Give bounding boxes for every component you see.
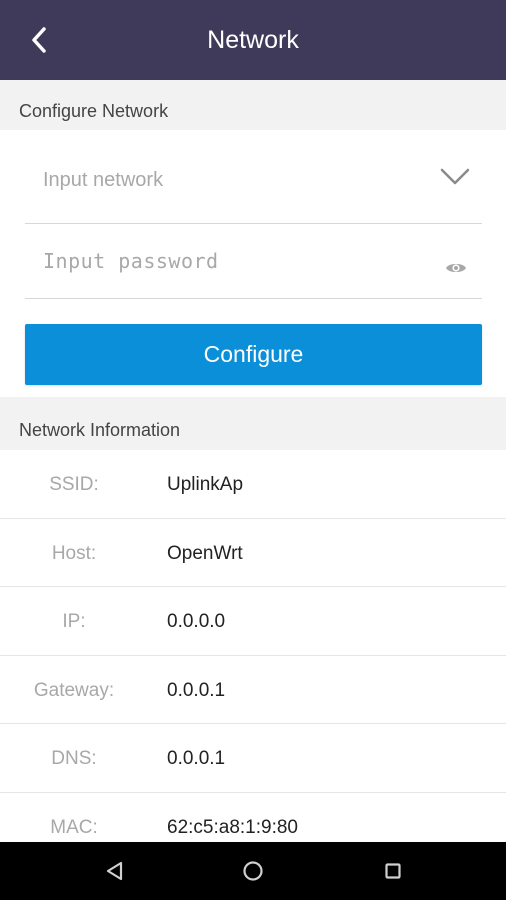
square-recents-icon: [385, 863, 401, 879]
network-information-list: SSID: UplinkAp Host: OpenWrt IP: 0.0.0.0…: [0, 450, 506, 861]
eye-icon: [446, 263, 466, 273]
system-recents-button[interactable]: [378, 856, 408, 886]
password-input[interactable]: [25, 224, 425, 298]
configure-button[interactable]: Configure: [25, 324, 482, 385]
triangle-back-icon: [106, 861, 123, 881]
info-value: 0.0.0.0: [167, 611, 226, 632]
page-title: Network: [207, 26, 299, 54]
info-value: OpenWrt: [167, 542, 243, 564]
info-value: UplinkAp: [167, 474, 244, 495]
info-row-ssid: SSID: UplinkAp: [0, 450, 506, 519]
info-label: IP:: [62, 611, 86, 632]
system-navigation-bar: [0, 842, 506, 900]
network-input[interactable]: [25, 138, 425, 223]
info-value: 0.0.0.1: [167, 679, 226, 701]
password-visibility-toggle[interactable]: [444, 256, 468, 280]
network-dropdown-button[interactable]: [438, 162, 472, 192]
chevron-down-icon: [440, 168, 470, 185]
info-label: Host:: [51, 542, 97, 564]
info-row-dns: DNS: 0.0.0.1: [0, 724, 506, 793]
info-value: 0.0.0.1: [167, 748, 226, 769]
info-label: SSID:: [49, 474, 99, 495]
info-label: Gateway:: [33, 679, 115, 701]
info-row-host: Host: OpenWrt: [0, 519, 506, 587]
system-home-button[interactable]: [238, 856, 268, 886]
network-field[interactable]: [25, 138, 482, 224]
chevron-left-icon: [32, 27, 46, 53]
info-row-gateway: Gateway: 0.0.0.1: [0, 656, 506, 724]
system-back-button[interactable]: [100, 856, 130, 886]
circle-home-icon: [243, 861, 263, 881]
info-row-ip: IP: 0.0.0.0: [0, 587, 506, 656]
configure-network-header: Configure Network: [0, 80, 506, 130]
password-field[interactable]: [25, 224, 482, 299]
back-button[interactable]: [18, 20, 62, 60]
network-information-header: Network Information: [0, 397, 506, 450]
app-bar: Network: [0, 0, 506, 80]
info-label: DNS:: [51, 748, 97, 769]
